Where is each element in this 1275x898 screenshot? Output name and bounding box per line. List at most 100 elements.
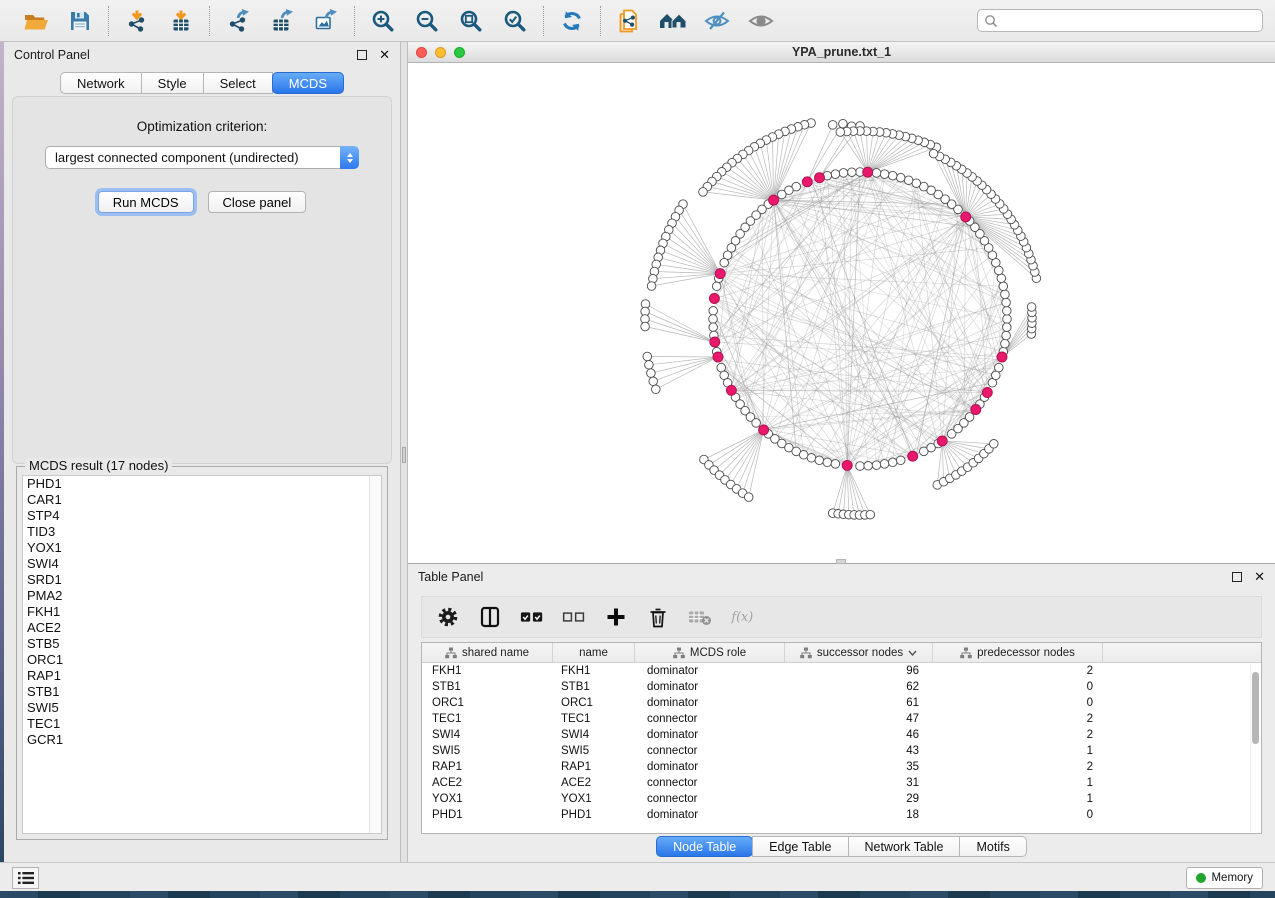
selected-network-node[interactable] (997, 352, 1007, 362)
select-all-checkboxes-icon[interactable] (520, 605, 544, 629)
network-node[interactable] (1027, 303, 1036, 312)
memory-button[interactable]: Memory (1186, 867, 1263, 889)
mcds-list-scrollbar[interactable] (369, 476, 381, 833)
network-node[interactable] (848, 168, 857, 177)
network-node[interactable] (1001, 339, 1010, 348)
show-details-icon[interactable] (747, 8, 775, 34)
network-node[interactable] (836, 128, 845, 137)
selected-network-node[interactable] (710, 337, 720, 347)
table-row[interactable]: ACE2ACE2connector311 (422, 775, 1261, 791)
zoom-selected-icon[interactable] (501, 8, 529, 34)
export-table-icon[interactable] (268, 8, 296, 34)
network-node[interactable] (896, 173, 905, 182)
table-row[interactable]: FKH1FKH1dominator962 (422, 663, 1261, 679)
network-node[interactable] (815, 456, 824, 465)
network-window-titlebar[interactable]: YPA_prune.txt_1 (408, 42, 1275, 63)
selected-network-node[interactable] (908, 451, 918, 461)
selected-network-node[interactable] (769, 195, 779, 205)
float-table-panel-icon[interactable] (1232, 572, 1242, 582)
mcds-result-list[interactable]: PHD1CAR1STP4TID3YOX1SWI4SRD1PMA2FKH1ACE2… (22, 475, 382, 834)
network-node[interactable] (1003, 315, 1012, 324)
network-node[interactable] (1003, 307, 1012, 316)
network-node[interactable] (647, 369, 656, 378)
close-panel-icon[interactable]: ✕ (379, 50, 390, 60)
column-header-successor-nodes[interactable]: successor nodes (785, 643, 933, 662)
network-node[interactable] (709, 315, 718, 324)
selected-network-node[interactable] (713, 352, 723, 362)
settings-gear-icon[interactable] (436, 605, 460, 629)
export-image-icon[interactable] (312, 8, 340, 34)
network-node[interactable] (831, 460, 840, 469)
network-node[interactable] (831, 170, 840, 179)
tab-network[interactable]: Network (60, 72, 142, 94)
selected-network-node[interactable] (759, 425, 769, 435)
table-row[interactable]: SWI4SWI4dominator462 (422, 727, 1261, 743)
save-session-icon[interactable] (66, 8, 94, 34)
table-scrollbar-thumb[interactable] (1252, 672, 1259, 744)
network-node[interactable] (752, 419, 761, 428)
network-node[interactable] (896, 456, 905, 465)
table-row[interactable]: STB1STB1dominator620 (422, 679, 1261, 695)
column-header-shared-name[interactable]: shared name (422, 643, 553, 662)
network-node[interactable] (828, 121, 837, 130)
network-node[interactable] (712, 282, 721, 291)
network-node[interactable] (709, 307, 718, 316)
delete-column-icon[interactable] (646, 605, 670, 629)
mcds-result-item[interactable]: PHD1 (23, 476, 381, 492)
network-node[interactable] (839, 119, 848, 128)
refresh-layout-icon[interactable] (558, 8, 586, 34)
open-session-icon[interactable] (22, 8, 50, 34)
network-node[interactable] (709, 323, 718, 332)
column-header-MCDS-role[interactable]: MCDS role (635, 643, 785, 662)
network-node[interactable] (904, 176, 913, 185)
home-pages-icon[interactable] (659, 8, 687, 34)
network-node[interactable] (872, 169, 881, 178)
selected-network-node[interactable] (802, 177, 812, 187)
network-node[interactable] (823, 458, 832, 467)
window-close-button[interactable] (416, 47, 427, 58)
search-box[interactable] (977, 9, 1263, 32)
network-node[interactable] (990, 440, 999, 449)
network-node[interactable] (641, 322, 650, 331)
network-node[interactable] (1002, 298, 1011, 307)
mcds-result-item[interactable]: PMA2 (23, 588, 381, 604)
network-node[interactable] (649, 377, 658, 386)
network-node[interactable] (1002, 331, 1011, 340)
zoom-out-icon[interactable] (413, 8, 441, 34)
tab-network-table[interactable]: Network Table (848, 836, 961, 857)
search-input[interactable] (1002, 10, 1262, 31)
table-scrollbar[interactable] (1250, 664, 1260, 832)
selected-network-node[interactable] (726, 385, 736, 395)
splitter-grip[interactable] (402, 447, 406, 463)
tab-edge-table[interactable]: Edge Table (752, 836, 848, 857)
selected-network-node[interactable] (982, 388, 992, 398)
window-zoom-button[interactable] (454, 47, 465, 58)
mcds-result-item[interactable]: TID3 (23, 524, 381, 540)
mcds-result-item[interactable]: TEC1 (23, 716, 381, 732)
network-node[interactable] (965, 413, 974, 422)
network-node[interactable] (929, 149, 938, 158)
selected-network-node[interactable] (815, 173, 825, 183)
split-columns-icon[interactable] (478, 605, 502, 629)
mcds-result-item[interactable]: CAR1 (23, 492, 381, 508)
network-node[interactable] (995, 363, 1004, 372)
tab-motifs[interactable]: Motifs (959, 836, 1026, 857)
network-node[interactable] (645, 361, 654, 370)
import-table-icon[interactable] (167, 8, 195, 34)
selected-network-node[interactable] (709, 294, 719, 304)
network-file-share-icon[interactable] (615, 8, 643, 34)
mcds-result-item[interactable]: RAP1 (23, 668, 381, 684)
tab-node-table[interactable]: Node Table (656, 836, 753, 857)
mcds-result-item[interactable]: SRD1 (23, 572, 381, 588)
network-node[interactable] (778, 190, 787, 199)
optimization-criterion-select[interactable]: largest connected component (undirected) (45, 146, 359, 169)
vertical-splitter[interactable] (400, 42, 408, 862)
table-row[interactable]: TEC1TEC1connector472 (422, 711, 1261, 727)
network-node[interactable] (1001, 290, 1010, 299)
selected-network-node[interactable] (842, 460, 852, 470)
import-network-icon[interactable] (123, 8, 151, 34)
table-row[interactable]: SWI5SWI5connector431 (422, 743, 1261, 759)
network-node[interactable] (652, 385, 661, 394)
selected-network-node[interactable] (937, 436, 947, 446)
window-minimize-button[interactable] (435, 47, 446, 58)
